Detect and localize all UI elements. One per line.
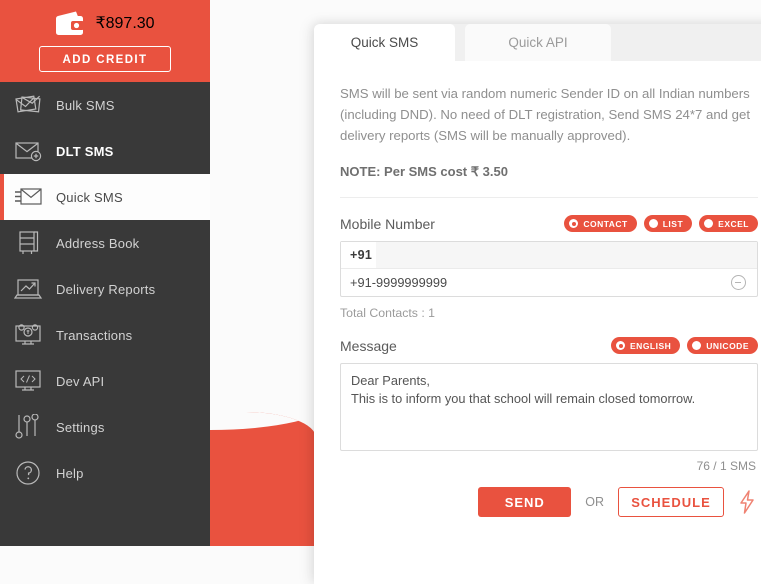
sidebar-item-delivery-reports[interactable]: Delivery Reports [0, 266, 210, 312]
sidebar-item-label: Help [56, 465, 84, 481]
or-label: OR [585, 495, 604, 509]
radio-dot-icon [569, 219, 579, 228]
tab-bar: Quick SMS Quick API [314, 24, 761, 61]
sliders-icon [12, 412, 46, 442]
mobile-number-input-row[interactable]: +91 [341, 242, 757, 269]
sidebar-item-label: Dev API [56, 373, 105, 389]
send-button[interactable]: SEND [478, 487, 572, 517]
radio-unicode[interactable]: UNICODE [687, 337, 758, 354]
wallet-balance: ₹897.30 [95, 15, 155, 32]
quick-sms-card: Quick SMS Quick API SMS will be sent via… [314, 24, 761, 584]
monitor-coins-icon [12, 320, 46, 350]
tab-quick-sms[interactable]: Quick SMS [314, 24, 455, 61]
total-contacts-label: Total Contacts : 1 [340, 306, 436, 320]
sidebar-item-dev-api[interactable]: Dev API [0, 358, 210, 404]
minus-circle-icon[interactable] [731, 275, 746, 290]
radio-label: LIST [662, 218, 684, 229]
radio-dot-icon [692, 341, 702, 350]
country-prefix-label: +91 [341, 242, 377, 268]
sidebar-item-label: Delivery Reports [56, 281, 156, 297]
radio-excel[interactable]: EXCEL [699, 215, 758, 232]
radio-label: CONTACT [583, 218, 628, 229]
message-header: Message ENGLISH UNICODE [340, 337, 758, 354]
sidebar-item-settings[interactable]: Settings [0, 404, 210, 450]
monitor-code-icon [12, 366, 46, 396]
sidebar-item-label: Settings [56, 419, 105, 435]
sidebar-item-label: DLT SMS [56, 143, 114, 159]
sidebar-item-label: Address Book [56, 235, 140, 251]
mobile-number-label: Mobile Number [340, 215, 435, 232]
radio-dot-icon [616, 341, 626, 350]
section-divider [340, 197, 758, 198]
question-circle-icon [12, 458, 46, 488]
add-credit-button[interactable]: ADD CREDIT [39, 46, 171, 72]
wallet-icon [55, 10, 85, 36]
intro-text: SMS will be sent via random numeric Send… [340, 86, 751, 143]
radio-dot-icon [648, 219, 658, 228]
sidebar-item-label: Quick SMS [56, 189, 123, 205]
wallet-row: ₹897.30 [55, 2, 155, 44]
radio-contact[interactable]: CONTACT [564, 215, 637, 232]
radio-label: EXCEL [718, 218, 749, 229]
message-label: Message [340, 337, 397, 354]
sidebar-item-bulk-sms[interactable]: Bulk SMS [0, 82, 210, 128]
note-text: NOTE: Per SMS cost ₹ 3.50 [340, 164, 508, 179]
envelopes-icon [12, 90, 46, 120]
sidebar-item-dlt-sms[interactable]: DLT SMS [0, 128, 210, 174]
radio-dot-icon [704, 219, 714, 228]
laptop-chart-icon [12, 274, 46, 304]
sidebar-item-label: Bulk SMS [56, 97, 115, 113]
mobile-source-options: CONTACT LIST EXCEL [564, 215, 758, 232]
radio-list[interactable]: LIST [643, 215, 693, 232]
message-encoding-options: ENGLISH UNICODE [611, 337, 758, 354]
radio-label: UNICODE [706, 340, 749, 351]
address-book-icon [12, 228, 46, 258]
schedule-button[interactable]: SCHEDULE [618, 487, 724, 517]
message-textarea[interactable]: Dear Parents, This is to inform you that… [340, 363, 758, 451]
sidebar-item-help[interactable]: Help [0, 450, 210, 496]
character-counter: 76 / 1 SMS [696, 459, 756, 473]
sidebar-item-transactions[interactable]: Transactions [0, 312, 210, 358]
background-decoration [210, 412, 316, 546]
sidebar-item-quick-sms[interactable]: Quick SMS [0, 174, 210, 220]
envelope-plus-icon [12, 136, 46, 166]
radio-label: ENGLISH [630, 340, 672, 351]
envelope-fast-icon [12, 182, 46, 212]
mobile-number-header: Mobile Number CONTACT LIST EXCEL [340, 215, 758, 232]
sidebar-item-address-book[interactable]: Address Book [0, 220, 210, 266]
sidebar: ₹897.30 ADD CREDIT Bulk SMS DLT SMS Quic… [0, 0, 210, 546]
mobile-number-box: +91 +91-9999999999 [340, 241, 758, 297]
sidebar-item-label: Transactions [56, 327, 133, 343]
tab-quick-api[interactable]: Quick API [465, 24, 611, 61]
card-body: SMS will be sent via random numeric Send… [314, 61, 761, 517]
radio-english[interactable]: ENGLISH [611, 337, 681, 354]
lightning-bolt-icon[interactable] [738, 490, 756, 514]
mobile-number-value: +91-9999999999 [350, 275, 448, 290]
mobile-number-entry: +91-9999999999 [341, 269, 757, 296]
action-row: SEND OR SCHEDULE [340, 487, 758, 517]
wallet-panel: ₹897.30 ADD CREDIT [0, 0, 210, 82]
